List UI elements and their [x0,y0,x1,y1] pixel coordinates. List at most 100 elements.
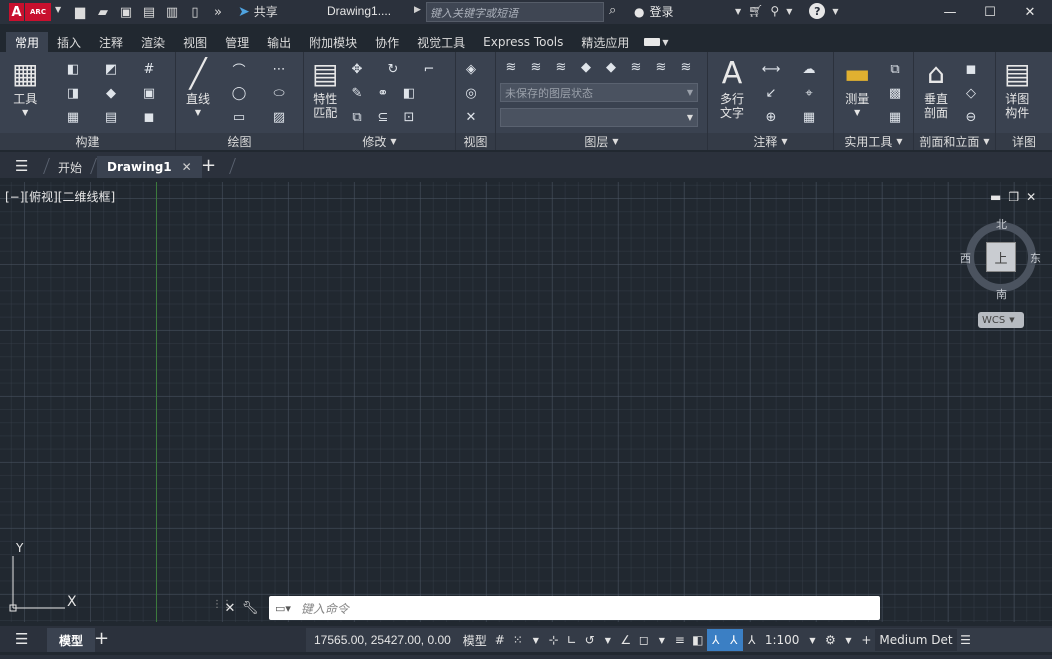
panel-layers-label[interactable]: 图层 ▼ [496,133,707,150]
calculator-icon[interactable]: ▦ [886,108,904,126]
compass-south[interactable]: 南 [996,286,1007,302]
curtain-wall-icon[interactable]: ▦ [64,108,82,126]
auto-scale-icon[interactable]: ⅄ [724,629,743,651]
ellipse-icon[interactable]: ⬭ [270,84,288,102]
tab-output[interactable]: 输出 [258,32,300,52]
layer-freeze-icon[interactable]: ≋ [627,58,645,76]
tab-insert[interactable]: 插入 [48,32,90,52]
viewport-close-icon[interactable]: ✕ [1026,190,1036,204]
open-folder-icon[interactable]: ▰ [93,3,113,21]
layer-state-select[interactable]: 未保存的图层状态 ▼ [500,83,698,102]
multiline-text-button[interactable]: A 多行 文字 [720,56,744,120]
visual-style-icon[interactable]: ✕ [462,108,480,126]
tab-manage[interactable]: 管理 [216,32,258,52]
hamburger-menu-icon[interactable]: ☰ [15,157,28,175]
select-similar-icon[interactable]: ▩ [886,84,904,102]
search-input[interactable]: 键入关键字或短语 [426,2,604,22]
layer-select[interactable]: ▼ [500,108,698,127]
cube-top-face[interactable]: 上 [986,242,1016,272]
search-icon[interactable]: ⌕ [609,3,616,18]
save-icon[interactable]: ▣ [116,3,136,21]
drawing-canvas[interactable]: [−][俯视][二维线框] ▬ ❐ ✕ 上 北 南 东 西 WCS ▼ Y X [0,182,1052,622]
grid-icon[interactable]: # [140,60,158,78]
expand-right-icon[interactable]: ▶ [414,5,421,15]
copy-icon[interactable]: ⚭ [374,84,392,102]
autodesk-dropdown-icon[interactable]: ▼ [786,7,792,16]
layer-on-icon[interactable]: ◆ [602,58,620,76]
tools-button[interactable]: ▦ 工具 ▼ [12,56,38,120]
customize-menu-icon[interactable]: ☰ [957,629,975,651]
compass-east[interactable]: 东 [1030,250,1041,266]
revision-cloud-icon[interactable]: ☁ [800,60,818,78]
column-icon[interactable]: ▣ [140,84,158,102]
tab-view[interactable]: 视图 [174,32,216,52]
viewport-restore-icon[interactable]: ❐ [1008,190,1019,204]
rectangle-icon[interactable]: ▭ [230,108,248,126]
lineweight-icon[interactable]: ≡ [671,629,689,651]
model-space-toggle[interactable]: 模型 [459,632,491,649]
help-dropdown-icon[interactable]: ▼ [832,7,838,16]
ribbon-minimize-button[interactable]: ▼ [638,32,674,52]
view-cube-icon[interactable]: ◈ [462,60,480,78]
close-icon[interactable]: ✕ [1010,0,1050,24]
viewport-minimize-icon[interactable]: ▬ [990,190,1001,204]
tag-icon[interactable]: ⊕ [762,108,780,126]
tab-start[interactable]: 开始 [58,156,82,178]
object-snap-icon[interactable]: ◻ [635,629,653,651]
isometric-drafting-icon[interactable]: ∠ [617,629,635,651]
compass-west[interactable]: 西 [960,250,971,266]
layer-thaw-icon[interactable]: ≋ [652,58,670,76]
detail-level-select[interactable]: Medium Det [875,629,957,651]
share-button[interactable]: ➤ 共享 [238,3,278,20]
explode-icon[interactable]: ⊡ [400,108,418,126]
grid-display-icon[interactable]: # [491,629,509,651]
grip-handle-icon[interactable]: ⋮⋮ [212,599,232,617]
login-button[interactable]: ● 登录 [634,3,674,20]
layout-menu-icon[interactable]: ☰ [15,630,28,648]
polar-tracking-icon[interactable]: ↺ [581,629,599,651]
save-as-icon[interactable]: ▤ [139,3,159,21]
wcs-menu[interactable]: WCS ▼ [978,312,1024,328]
panel-section-label[interactable]: 剖面和立面 ▼ [914,133,995,150]
match-properties-button[interactable]: ▤ 特性 匹配 [312,56,338,120]
tab-express-tools[interactable]: Express Tools [474,32,572,52]
customize-wrench-icon[interactable]: 🔧︎ [240,601,260,616]
table-icon[interactable]: ▦ [800,108,818,126]
viewport-controls-label[interactable]: [−][俯视][二维线框] [5,188,115,205]
expand-toolbar-icon[interactable]: » [208,3,228,21]
snap-mode-icon[interactable]: ⁙ [509,629,527,651]
elevation-icon[interactable]: ◇ [962,84,980,102]
chevron-down-icon[interactable]: ▼ [839,629,857,651]
quick-select-icon[interactable]: ⧉ [886,60,904,78]
leader-icon[interactable]: ↙ [762,84,780,102]
measure-button[interactable]: ▬ 测量 ▼ [844,56,870,120]
chevron-down-icon[interactable]: ▼ [599,629,617,651]
viewcube[interactable]: 上 北 南 东 西 [960,216,1041,301]
maximize-icon[interactable]: ☐ [970,0,1010,24]
hatch-icon[interactable]: ▨ [270,108,288,126]
annotation-scale-icon[interactable]: ⅄ [743,629,761,651]
mirror-icon[interactable]: ◧ [400,84,418,102]
tab-home[interactable]: 常用 [6,32,49,52]
space-icon[interactable]: ▤ [102,108,120,126]
annotation-scale-value[interactable]: 1:100 [761,633,804,647]
model-layout-tab[interactable]: 模型 [47,628,96,652]
orbit-icon[interactable]: ◎ [462,84,480,102]
array-icon[interactable]: ⧉ [348,108,366,126]
panel-modify-label[interactable]: 修改 ▼ [304,133,455,150]
panel-annotation-label[interactable]: 注释 ▼ [708,133,833,150]
close-command-icon[interactable]: ✕ [220,601,240,616]
tab-annotate[interactable]: 注释 [90,32,132,52]
roof-icon[interactable]: ◆ [102,84,120,102]
chevron-down-icon[interactable]: ▼ [653,629,671,651]
close-tab-icon[interactable]: ✕ [182,160,192,174]
autodesk-icon[interactable]: ⚲ [770,4,779,18]
minimize-icon[interactable]: — [930,0,970,24]
layer-isolate-icon[interactable]: ≋ [527,58,545,76]
tab-collaborate[interactable]: 协作 [366,32,408,52]
add-icon[interactable]: + [857,629,875,651]
new-file-icon[interactable]: ▆ [70,3,90,21]
print-icon[interactable]: ▥ [162,3,182,21]
compass-north[interactable]: 北 [996,216,1007,232]
workspace-gear-icon[interactable]: ⚙ [821,629,839,651]
